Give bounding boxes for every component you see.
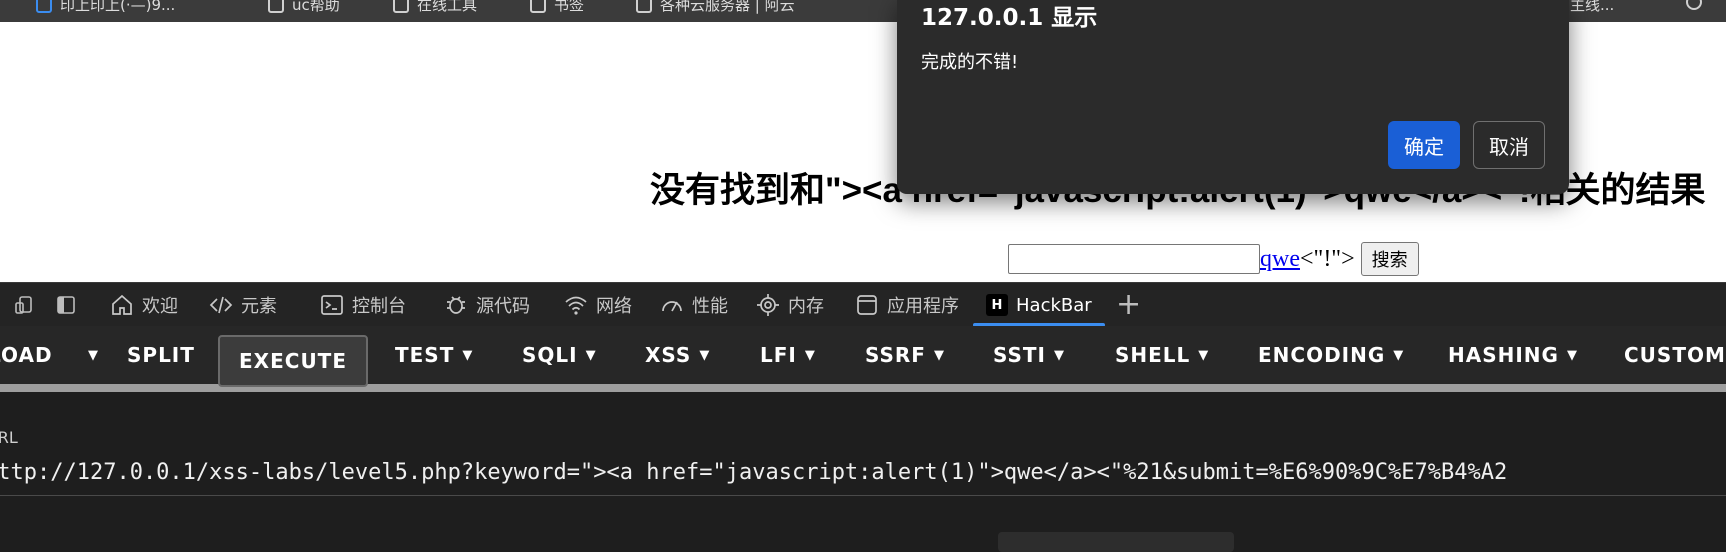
menu-ssti[interactable]: SSTI ▼	[993, 326, 1065, 384]
dock-side-icon[interactable]	[56, 295, 76, 315]
tab-performance[interactable]: 性能	[660, 283, 728, 327]
device-emulation-icon[interactable]	[14, 295, 34, 315]
search-input[interactable]	[1008, 244, 1260, 274]
tab-application[interactable]: 应用程序	[855, 283, 959, 327]
menu-xss[interactable]: XSS ▼	[645, 326, 710, 384]
page-icon	[530, 0, 546, 13]
tab-network[interactable]: 网络	[564, 283, 632, 327]
menu-ssrf[interactable]: SSRF ▼	[865, 326, 945, 384]
injected-text: <"!">	[1299, 245, 1355, 272]
menu-encoding[interactable]: ENCODING ▼	[1258, 326, 1404, 384]
menu-shell[interactable]: SHELL ▼	[1115, 326, 1209, 384]
home-icon	[112, 294, 132, 315]
bookmark-item[interactable]	[1686, 0, 1702, 10]
caret-down-icon: ▼	[88, 347, 99, 363]
tab-sources[interactable]: 源代码	[444, 283, 530, 327]
caret-down-icon: ▼	[1054, 347, 1065, 363]
hackbar-icon: H	[986, 294, 1008, 316]
cancel-button[interactable]: 取消	[1473, 121, 1545, 169]
url-panel: URL http://127.0.0.1/xss-labs/level5.php…	[0, 392, 1726, 552]
hackbar-toolbar: LOAD ▼ SPLIT EXECUTE TEST▼ SQLI▼ XSS▼ LF…	[0, 326, 1726, 392]
tab-console[interactable]: 控制台	[320, 283, 406, 327]
page-icon	[393, 0, 409, 13]
bookmark-item[interactable]: uc帮助	[268, 0, 340, 15]
caret-down-icon: ▼	[1198, 347, 1210, 363]
menu-test[interactable]: TEST ▼	[395, 326, 473, 384]
caret-down-icon: ▼	[1566, 347, 1578, 363]
injected-link[interactable]: qwe	[1260, 246, 1300, 273]
caret-down-icon: ▼	[804, 347, 816, 363]
chip-icon	[757, 294, 779, 316]
search-row: qwe <"!"> 搜索	[1008, 242, 1419, 276]
tab-welcome[interactable]: 欢迎	[110, 283, 178, 327]
url-divider	[0, 495, 1726, 496]
alert-dialog: 127.0.0.1 显示 完成的不错! 确定 取消	[897, 0, 1569, 194]
cloud-icon	[636, 0, 652, 13]
bookmark-item[interactable]: 各种云服务器 | 阿云	[636, 0, 795, 15]
wifi-icon	[565, 296, 587, 315]
bookmark-item[interactable]: 印上印上(·—)9...	[36, 0, 175, 15]
execute-button[interactable]: EXECUTE	[218, 335, 368, 387]
page-icon	[36, 0, 52, 13]
tab-hackbar[interactable]: H HackBar	[986, 283, 1092, 327]
code-icon	[209, 296, 233, 314]
bookmark-item[interactable]: 书签	[530, 0, 584, 15]
load-button[interactable]: LOAD	[0, 326, 53, 384]
menu-hashing[interactable]: HASHING ▼	[1448, 326, 1578, 384]
split-button[interactable]: SPLIT	[127, 326, 195, 384]
body-input[interactable]	[998, 532, 1234, 552]
url-label: URL	[0, 428, 18, 447]
dialog-title: 127.0.0.1 显示	[921, 5, 1098, 31]
menu-sqli[interactable]: SQLI ▼	[522, 326, 597, 384]
url-input[interactable]: http://127.0.0.1/xss-labs/level5.php?key…	[0, 460, 1507, 485]
caret-down-icon: ▼	[699, 347, 711, 363]
caret-down-icon: ▼	[933, 347, 945, 363]
dialog-message: 完成的不错!	[921, 52, 1019, 73]
caret-down-icon: ▼	[1393, 347, 1405, 363]
load-dropdown[interactable]: ▼	[80, 326, 99, 384]
menu-lfi[interactable]: LFI ▼	[760, 326, 816, 384]
console-icon	[321, 295, 343, 315]
bookmark-item[interactable]: 在线工具	[393, 0, 477, 15]
ok-button[interactable]: 确定	[1388, 121, 1460, 169]
devtools-tabbar: 欢迎 元素 控制台 源代码 网络 性能 内存 应用程序 H HackBar +	[0, 282, 1726, 327]
caret-down-icon: ▼	[462, 347, 474, 363]
window-icon	[857, 295, 877, 315]
caret-down-icon: ▼	[585, 347, 597, 363]
gauge-icon	[662, 301, 682, 312]
tab-elements[interactable]: 元素	[209, 283, 277, 327]
page-icon	[268, 0, 284, 13]
globe-icon	[1686, 0, 1702, 10]
search-button[interactable]: 搜索	[1360, 242, 1419, 276]
bug-icon	[447, 296, 465, 314]
add-tab-icon[interactable]: +	[1116, 287, 1141, 322]
bookmark-item[interactable]: 主线...	[1570, 0, 1614, 15]
menu-custom[interactable]: CUSTOM	[1624, 326, 1726, 384]
tab-memory[interactable]: 内存	[756, 283, 824, 327]
